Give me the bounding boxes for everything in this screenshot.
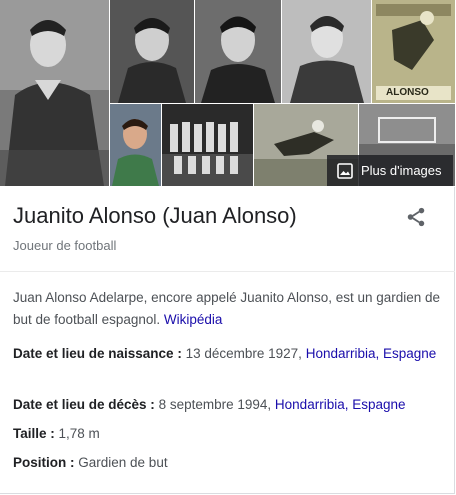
description: Juan Alonso Adelarpe, encore appelé Juan…	[13, 287, 443, 331]
divider	[0, 271, 455, 272]
fact-position-value: Gardien de but	[78, 455, 168, 470]
fact-death: Date et lieu de décès : 8 septembre 1994…	[13, 394, 443, 416]
fact-death-place-country[interactable]: Espagne	[352, 397, 405, 412]
fact-birth: Date et lieu de naissance : 13 décembre …	[13, 343, 443, 365]
player-portrait-large[interactable]	[0, 0, 109, 186]
fact-birth-place-country[interactable]: Espagne	[383, 346, 436, 361]
fact-death-place-city[interactable]: Hondarribia,	[275, 397, 349, 412]
wikipedia-link[interactable]: Wikipédia	[164, 312, 223, 327]
magazine-cover[interactable]: ALONSO	[372, 0, 455, 103]
description-text: Juan Alonso Adelarpe, encore appelé Juan…	[13, 290, 441, 327]
player-portrait-2[interactable]	[110, 0, 194, 103]
more-images-label: Plus d'images	[361, 163, 442, 178]
image-collage: ALONSO Plus d'images	[0, 0, 455, 187]
fact-death-date: 8 septembre 1994,	[158, 397, 272, 412]
fact-height: Taille : 1,78 m	[13, 423, 443, 445]
fact-birth-date: 13 décembre 1927,	[185, 346, 302, 361]
knowledge-panel: ALONSO Plus d'images Juanito Alonso (Jua…	[0, 0, 455, 494]
team-photo[interactable]	[162, 104, 253, 186]
entity-subtitle: Joueur de football	[13, 238, 117, 253]
share-icon[interactable]	[405, 206, 427, 228]
more-images-button[interactable]: Plus d'images	[327, 155, 453, 186]
fact-birth-place-city[interactable]: Hondarribia,	[306, 346, 380, 361]
fact-death-label: Date et lieu de décès :	[13, 397, 155, 412]
player-portrait-color[interactable]	[110, 104, 161, 186]
image-icon	[337, 162, 353, 179]
fact-height-value: 1,78 m	[58, 426, 100, 441]
player-portrait-4[interactable]	[282, 0, 371, 103]
fact-height-label: Taille :	[13, 426, 55, 441]
fact-birth-label: Date et lieu de naissance :	[13, 346, 182, 361]
player-portrait-3[interactable]	[195, 0, 281, 103]
entity-title: Juanito Alonso (Juan Alonso)	[13, 203, 297, 228]
fact-position-label: Position :	[13, 455, 75, 470]
fact-position: Position : Gardien de but	[13, 452, 443, 474]
magazine-title: ALONSO	[386, 87, 429, 98]
